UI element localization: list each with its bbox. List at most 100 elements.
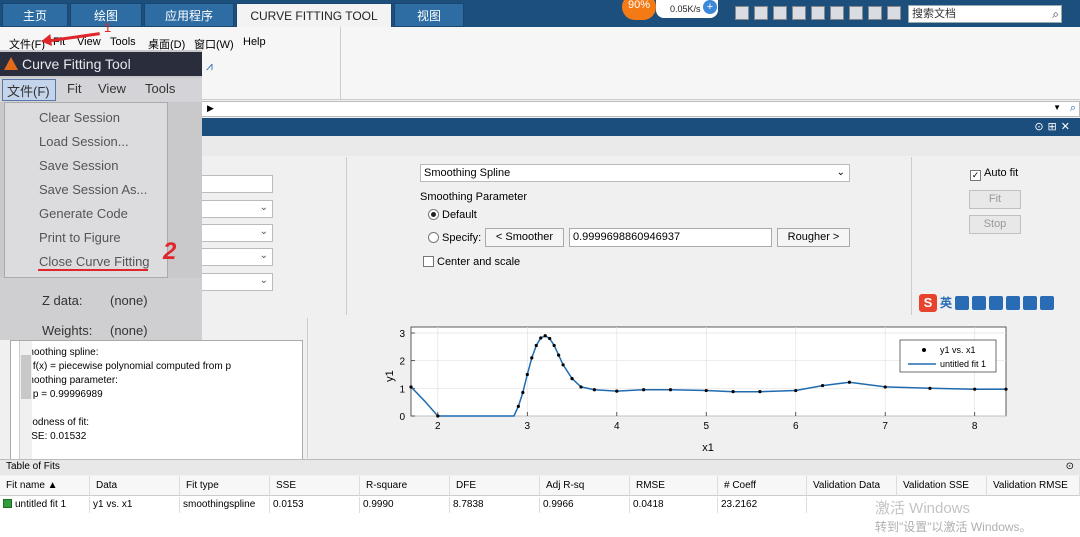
stop-button[interactable]: Stop	[969, 215, 1021, 234]
redo-icon[interactable]	[849, 6, 863, 20]
network-badge: 90%	[622, 0, 656, 20]
data-point	[539, 336, 543, 340]
menu-tools[interactable]: Tools	[110, 36, 136, 48]
collapse-icon[interactable]: ⊙	[1066, 460, 1074, 474]
plus-icon[interactable]: +	[703, 0, 717, 14]
data-point	[592, 388, 597, 392]
data-point	[534, 343, 538, 348]
tab-home[interactable]: 主页	[2, 3, 68, 27]
emoji-icon[interactable]	[955, 296, 970, 310]
user-icon[interactable]	[1006, 296, 1021, 310]
data-point	[820, 383, 825, 388]
data-point	[557, 353, 561, 357]
radio-selected-icon	[428, 209, 439, 220]
col-validation-sse[interactable]: Validation SSE	[897, 476, 987, 496]
x-tick-label: 3	[525, 421, 531, 432]
quick-access-toolbar	[735, 6, 906, 22]
tab-view[interactable]: 视图	[394, 3, 464, 27]
autofit-checkbox[interactable]: ✓ Auto fit	[970, 167, 1018, 181]
path-search-icon[interactable]: ⌕	[1070, 102, 1076, 115]
data-point	[973, 387, 977, 391]
col-coeff[interactable]: # Coeff	[718, 476, 807, 496]
col-adj-r-sq[interactable]: Adj R-sq	[540, 476, 630, 496]
mic-icon[interactable]	[972, 296, 987, 310]
results-text[interactable]: Smoothing spline: f(x) = piecewise polyn…	[10, 340, 303, 466]
fit-name-field[interactable]	[200, 175, 273, 193]
overlay-window-title: Curve Fitting Tool	[0, 52, 202, 76]
results-line: f(x) = piecewise polynomial computed fro…	[19, 361, 232, 372]
menu-item-load-session[interactable]: Load Session...	[39, 134, 129, 149]
rougher-button[interactable]: Rougher >	[777, 228, 850, 247]
col-dfe[interactable]: DFE	[450, 476, 540, 496]
tab-curve-fitting-tool[interactable]: CURVE FITTING TOOL	[236, 3, 392, 27]
col-validation-rmse[interactable]: Validation RMSE	[987, 476, 1080, 496]
sogou-ime-icon[interactable]: S	[919, 294, 937, 312]
legend[interactable]: y1 vs. x1 untitled fit 1	[899, 339, 997, 373]
search-input[interactable]: 搜索文档 ⌕	[908, 5, 1062, 23]
keyboard-icon[interactable]	[989, 296, 1004, 310]
x-data-select[interactable]: ⌄	[200, 200, 273, 218]
fit-type-select[interactable]: Smoothing Spline ⌄	[420, 164, 850, 182]
default-radio[interactable]: Default	[428, 209, 477, 221]
col-r-square[interactable]: R-square	[360, 476, 450, 496]
chevron-down-icon: ⌄	[836, 167, 845, 178]
data-point	[579, 385, 583, 389]
checkbox-checked-icon: ✓	[970, 170, 981, 181]
grid-icon[interactable]	[1040, 296, 1055, 310]
chevron-down-icon: ⌄	[259, 275, 268, 286]
ime-english-mode-icon[interactable]: 英	[940, 296, 952, 310]
paste-icon[interactable]	[811, 6, 825, 20]
menu-item-clear-session[interactable]: Clear Session	[39, 110, 120, 125]
data-point	[409, 385, 413, 389]
overlay-menu-fit[interactable]: Fit	[67, 81, 81, 96]
menu-item-print-to-figure[interactable]: Print to Figure	[39, 230, 121, 245]
center-scale-checkbox[interactable]: Center and scale	[423, 256, 520, 268]
plot-panel: 2 3 4 5 6 7 8 0 1 2 3 x1 y1 y1 vs. x1 untitled fit…	[310, 318, 1080, 458]
weights-select[interactable]: ⌄	[200, 273, 273, 291]
menu-item-generate-code[interactable]: Generate Code	[39, 206, 128, 221]
activation-watermark-title: 激活 Windows	[875, 500, 971, 517]
col-validation-data[interactable]: Validation Data	[807, 476, 897, 496]
col-fit-type[interactable]: Fit type	[180, 476, 270, 496]
search-icon[interactable]: ⌕	[1052, 6, 1059, 22]
results-scrollbar[interactable]	[19, 341, 32, 465]
col-data[interactable]: Data	[90, 476, 180, 496]
specify-radio[interactable]: Specify:	[428, 232, 481, 244]
overlay-menu-tools[interactable]: Tools	[145, 81, 175, 96]
cut-icon[interactable]	[773, 6, 787, 20]
menu-help[interactable]: Help	[243, 36, 266, 48]
smoothing-value-field[interactable]: 0.9999698860946937	[569, 228, 772, 247]
menu-item-save-session[interactable]: Save Session	[39, 158, 119, 173]
specify-radio-label: Specify:	[442, 232, 482, 244]
shirt-icon[interactable]	[1023, 296, 1038, 310]
plot-fit-icon[interactable]: ⩘	[206, 59, 213, 74]
switch-window-icon[interactable]	[868, 6, 882, 20]
col-fit-name[interactable]: Fit name ▲	[0, 476, 90, 496]
col-rmse[interactable]: RMSE	[630, 476, 718, 496]
smoother-button[interactable]: < Smoother	[485, 228, 564, 247]
path-bar[interactable]: ▶ ▼ ⌕	[200, 101, 1080, 117]
fit-plot[interactable]: 2 3 4 5 6 7 8 0 1 2 3 x1 y1 y1 vs. x1 untitled fit…	[310, 318, 1080, 458]
cell-fit-name[interactable]: untitled fit 1	[0, 497, 90, 513]
help-icon[interactable]	[887, 6, 901, 20]
path-arrow-icon[interactable]: ▶	[207, 103, 214, 114]
scrollbar-thumb[interactable]	[21, 355, 31, 399]
copy-icon[interactable]	[792, 6, 806, 20]
search-placeholder: 搜索文档	[912, 8, 956, 20]
overlay-menu-view[interactable]: View	[98, 81, 126, 96]
save-icon[interactable]	[754, 6, 768, 20]
results-line: Smoothing parameter:	[19, 375, 118, 386]
fit-button[interactable]: Fit	[969, 190, 1021, 209]
menu-item-close-curve-fitting[interactable]: Close Curve Fitting	[39, 254, 150, 269]
toolbar-icon-1[interactable]	[735, 6, 749, 20]
y-data-select[interactable]: ⌄	[200, 224, 273, 242]
data-point	[642, 388, 646, 392]
menu-item-save-session-as[interactable]: Save Session As...	[39, 182, 147, 197]
window-controls-icon[interactable]: ⊙⊞✕	[1034, 120, 1074, 133]
undo-icon[interactable]	[830, 6, 844, 20]
data-point	[552, 343, 556, 348]
tab-apps[interactable]: 应用程序	[144, 3, 234, 27]
path-dropdown-icon[interactable]: ▼	[1053, 103, 1061, 112]
z-data-select[interactable]: ⌄	[200, 248, 273, 266]
col-sse[interactable]: SSE	[270, 476, 360, 496]
